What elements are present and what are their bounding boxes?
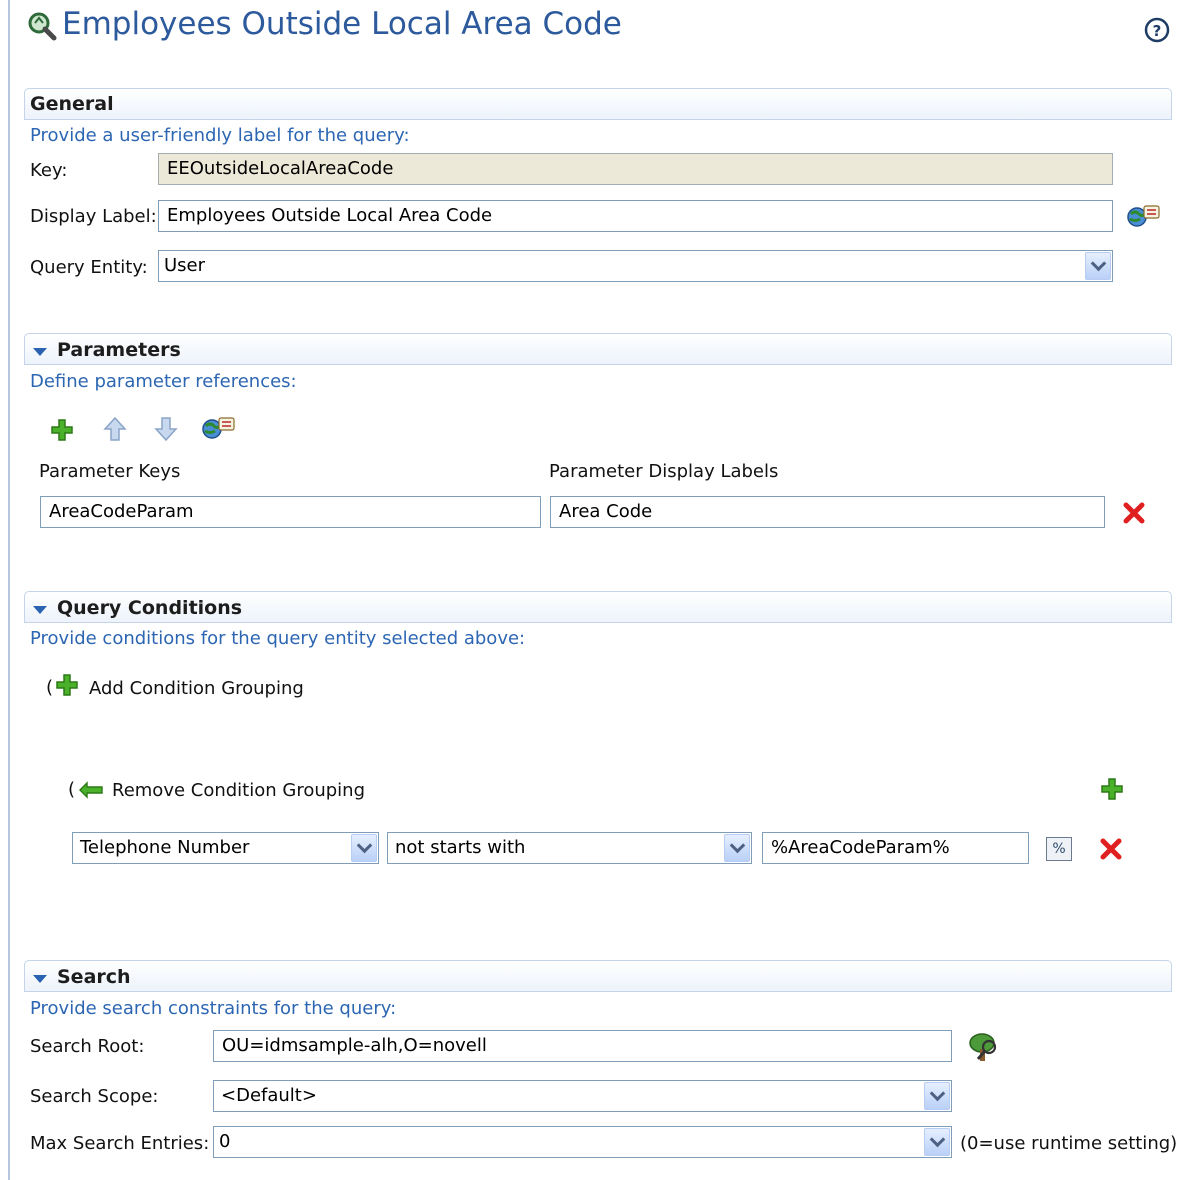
browse-tree-icon[interactable] xyxy=(964,1031,1000,1063)
general-section-title: General xyxy=(30,93,114,115)
remove-grouping-paren: ( xyxy=(68,779,76,800)
search-hint: Provide search constraints for the query… xyxy=(30,998,397,1019)
search-scope-select[interactable]: <Default> xyxy=(213,1080,952,1112)
condition-value-field[interactable]: %AreaCodeParam% xyxy=(762,832,1029,864)
conditions-hint: Provide conditions for the query entity … xyxy=(30,628,526,649)
parameter-localize-icon[interactable] xyxy=(201,414,237,442)
add-condition-grouping-link[interactable]: Add Condition Grouping xyxy=(89,678,304,699)
general-section-header xyxy=(24,88,1172,120)
add-parameter-icon[interactable] xyxy=(50,418,74,442)
key-field[interactable]: EEOutsideLocalAreaCode xyxy=(158,153,1113,185)
search-section-header[interactable] xyxy=(24,960,1172,992)
add-condition-icon[interactable] xyxy=(1100,777,1124,801)
condition-attribute-dropdown-button[interactable] xyxy=(351,834,377,862)
svg-text:?: ? xyxy=(1153,22,1162,40)
condition-operator-value: not starts with xyxy=(395,837,526,858)
parameters-hint: Define parameter references: xyxy=(30,371,297,392)
display-label-field[interactable]: Employees Outside Local Area Code xyxy=(158,200,1113,232)
max-entries-value: 0 xyxy=(219,1131,231,1152)
search-scope-dropdown-button[interactable] xyxy=(924,1082,950,1110)
search-root-label: Search Root: xyxy=(30,1036,145,1057)
parameter-labels-header: Parameter Display Labels xyxy=(549,461,779,482)
general-hint: Provide a user-friendly label for the qu… xyxy=(30,125,410,146)
move-down-icon[interactable] xyxy=(154,416,178,442)
remove-grouping-icon[interactable] xyxy=(78,780,104,800)
query-entity-label: Query Entity: xyxy=(30,257,148,278)
search-section-title: Search xyxy=(57,966,131,988)
help-icon[interactable]: ? xyxy=(1143,16,1171,44)
localize-icon[interactable] xyxy=(1126,202,1162,230)
search-scope-label: Search Scope: xyxy=(30,1086,159,1107)
query-magnifier-icon xyxy=(28,12,57,41)
condition-operator-select[interactable]: not starts with xyxy=(387,832,752,864)
delete-parameter-icon[interactable] xyxy=(1122,501,1146,525)
parameter-keys-header: Parameter Keys xyxy=(39,461,181,482)
search-root-field[interactable]: OU=idmsample-alh,O=novell xyxy=(213,1030,952,1062)
query-entity-value: User xyxy=(164,255,206,276)
delete-condition-icon[interactable] xyxy=(1099,837,1123,861)
page-title: Employees Outside Local Area Code xyxy=(62,6,622,42)
add-grouping-icon[interactable] xyxy=(56,674,78,696)
condition-operator-dropdown-button[interactable] xyxy=(724,834,750,862)
max-entries-label: Max Search Entries: xyxy=(30,1133,210,1154)
remove-condition-grouping-link[interactable]: Remove Condition Grouping xyxy=(112,780,365,801)
search-collapse-toggle-icon[interactable] xyxy=(33,975,47,983)
query-entity-select[interactable]: User xyxy=(158,250,1113,282)
move-up-icon[interactable] xyxy=(103,416,127,442)
search-scope-value: <Default> xyxy=(221,1085,317,1106)
parameters-section-header[interactable] xyxy=(24,333,1172,365)
max-entries-note: (0=use runtime setting) xyxy=(960,1133,1178,1154)
parameter-label-field[interactable]: Area Code xyxy=(550,496,1105,528)
parameters-collapse-toggle-icon[interactable] xyxy=(33,348,47,356)
key-label: Key: xyxy=(30,160,68,181)
conditions-section-title: Query Conditions xyxy=(57,597,243,619)
condition-attribute-value: Telephone Number xyxy=(80,837,250,858)
editor-left-border xyxy=(8,0,10,1180)
max-entries-dropdown-button[interactable] xyxy=(924,1128,950,1156)
parameters-section-title: Parameters xyxy=(57,339,181,361)
parameter-picker-icon[interactable]: % xyxy=(1046,837,1072,861)
query-entity-dropdown-button[interactable] xyxy=(1085,252,1111,280)
display-label-label: Display Label: xyxy=(30,206,157,227)
condition-attribute-select[interactable]: Telephone Number xyxy=(72,832,379,864)
max-entries-select[interactable]: 0 xyxy=(213,1126,952,1158)
grouping-paren: ( xyxy=(46,677,54,698)
parameter-key-field[interactable]: AreaCodeParam xyxy=(40,496,541,528)
conditions-collapse-toggle-icon[interactable] xyxy=(33,606,47,614)
